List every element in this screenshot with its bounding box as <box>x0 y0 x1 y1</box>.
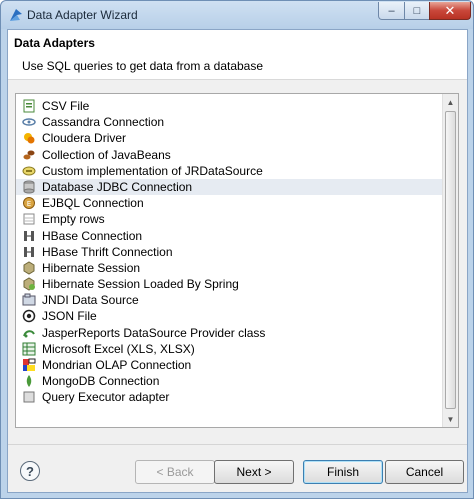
help-icon: ? <box>26 463 34 479</box>
finish-button[interactable]: Finish <box>303 460 383 484</box>
list-item[interactable]: Microsoft Excel (XLS, XLSX) <box>16 341 444 357</box>
list-item-label: Empty rows <box>42 212 105 227</box>
list-item-label: Mondrian OLAP Connection <box>42 358 192 372</box>
list-item-label: HBase Connection <box>42 228 143 243</box>
list-item-label: Cloudera Driver <box>42 131 127 146</box>
wizard-header: Data Adapters Use SQL queries to get dat… <box>8 30 467 80</box>
data-adapter-list[interactable]: CSV File Cassandra Connection Cloudera Dri… <box>15 93 459 428</box>
wizard-client-area: Data Adapters Use SQL queries to get dat… <box>7 29 468 493</box>
title-bar[interactable]: Data Adapter Wizard – □ ✕ <box>1 1 473 29</box>
hbase-icon <box>24 230 34 241</box>
list-items: CSV File Cassandra Connection Cloudera Dri… <box>16 98 444 406</box>
hbase-thrift-icon <box>24 246 34 257</box>
help-button[interactable]: ? <box>20 461 40 481</box>
list-item-label: Hibernate Session Loaded By Spring <box>42 277 239 292</box>
javabeans-icon <box>23 150 35 160</box>
list-item-label: MongoDB Connection <box>42 374 160 389</box>
list-item-label: HBase Thrift Connection <box>42 244 173 259</box>
list-item[interactable]: MongoDB Connection <box>16 373 444 389</box>
back-button[interactable]: < Back <box>135 460 215 484</box>
scroll-up-arrow-icon[interactable]: ▲ <box>443 94 458 110</box>
svg-text:E: E <box>27 200 31 208</box>
next-button[interactable]: Next > <box>214 460 294 484</box>
list-item-label: EJBQL Connection <box>42 196 144 211</box>
excel-icon <box>22 342 36 356</box>
list-item[interactable]: Empty rows <box>16 211 444 227</box>
list-item[interactable]: Query Executor adapter <box>16 389 444 405</box>
vertical-scrollbar[interactable]: ▲ ▼ <box>442 94 458 427</box>
database-icon <box>23 180 35 194</box>
maximize-icon: □ <box>413 4 421 17</box>
cassandra-icon <box>22 118 36 126</box>
list-item[interactable]: JSON File <box>16 308 444 324</box>
list-item[interactable]: Cloudera Driver <box>16 130 444 146</box>
list-item-label: JasperReports DataSource Provider class <box>42 325 266 340</box>
list-item-label: Collection of JavaBeans <box>42 147 171 162</box>
page-title: Data Adapters <box>14 36 95 50</box>
csv-file-icon <box>23 99 35 113</box>
minimize-button[interactable]: – <box>378 2 405 20</box>
custom-datasource-icon <box>22 166 36 176</box>
query-executor-icon <box>23 391 35 403</box>
list-item[interactable]: Database JDBC Connection <box>16 178 444 196</box>
list-item[interactable]: Custom implementation of JRDataSource <box>16 163 444 179</box>
scroll-down-arrow-icon[interactable]: ▼ <box>443 411 458 427</box>
eclipse-app-icon <box>10 9 22 21</box>
list-item-label: JSON File <box>42 309 97 324</box>
list-item-label: Custom implementation of JRDataSource <box>42 163 263 178</box>
scroll-thumb[interactable] <box>445 111 456 409</box>
list-item-label: Query Executor adapter <box>42 390 170 405</box>
footer-divider <box>8 444 467 445</box>
jndi-icon <box>22 293 36 306</box>
window-title: Data Adapter Wizard <box>27 8 138 22</box>
list-item[interactable]: JNDI Data Source <box>16 292 444 308</box>
list-item[interactable]: Mondrian OLAP Connection <box>16 357 444 373</box>
minimize-icon: – <box>388 4 395 17</box>
list-item-label: JNDI Data Source <box>42 293 139 308</box>
cancel-button[interactable]: Cancel <box>385 460 464 484</box>
close-icon: ✕ <box>444 2 456 18</box>
list-item-label: Database JDBC Connection <box>42 179 193 194</box>
list-item[interactable]: Cassandra Connection <box>16 114 444 130</box>
hibernate-icon <box>23 261 35 275</box>
maximize-button[interactable]: □ <box>404 2 430 20</box>
close-button[interactable]: ✕ <box>429 2 471 20</box>
list-item-label: CSV File <box>42 99 90 113</box>
list-item[interactable]: CSV File <box>16 98 444 114</box>
list-item[interactable]: Collection of JavaBeans <box>16 147 444 163</box>
empty-rows-icon <box>23 213 35 225</box>
wizard-window: Data Adapter Wizard – □ ✕ Data Adapters … <box>0 0 474 499</box>
list-item[interactable]: Hibernate Session Loaded By Spring <box>16 276 444 292</box>
hibernate-spring-icon <box>23 277 35 291</box>
list-item-label: Hibernate Session <box>42 260 141 275</box>
mongodb-icon <box>26 375 32 388</box>
ejbql-icon: E <box>23 197 35 210</box>
list-item[interactable]: JasperReports DataSource Provider class <box>16 325 444 341</box>
list-item[interactable]: HBase Connection <box>16 228 444 244</box>
cloudera-icon <box>24 133 35 144</box>
list-item[interactable]: HBase Thrift Connection <box>16 244 444 260</box>
list-item-label: Microsoft Excel (XLS, XLSX) <box>42 341 195 356</box>
page-description: Use SQL queries to get data from a datab… <box>22 59 264 73</box>
list-item[interactable]: Hibernate Session <box>16 260 444 276</box>
json-icon <box>22 310 36 323</box>
list-item-label: Cassandra Connection <box>42 115 165 130</box>
mondrian-icon <box>23 358 36 371</box>
list-item[interactable]: E EJBQL Connection <box>16 195 444 211</box>
jasper-provider-icon <box>23 329 35 338</box>
